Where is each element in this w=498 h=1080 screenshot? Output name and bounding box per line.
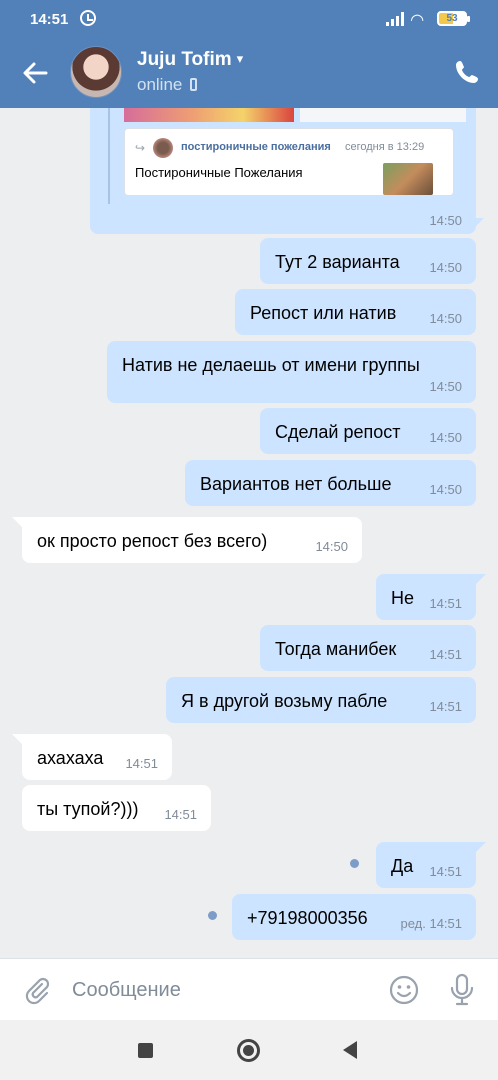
message-bubble[interactable]: Не 14:51	[376, 574, 486, 620]
bubble-tail	[12, 734, 28, 750]
online-status: online	[137, 75, 183, 94]
message-time: 14:50	[429, 482, 462, 497]
message-bubble[interactable]: Сделай репост 14:50	[260, 408, 476, 454]
message-bubble[interactable]: Я в другой возьму пабле 14:51	[166, 677, 476, 723]
post-image[interactable]	[124, 108, 294, 122]
paperclip-icon[interactable]	[22, 975, 52, 1005]
message-text: +79198000356	[247, 908, 368, 928]
message-time: 14:50	[429, 260, 462, 275]
mobile-icon	[190, 78, 198, 91]
message-text: Тогда манибек	[275, 639, 397, 659]
message-text: Вариантов нет больше	[200, 474, 392, 494]
wifi-icon: ◠	[411, 12, 424, 29]
message-bubble[interactable]: Тогда манибек 14:51	[260, 625, 476, 671]
back-button[interactable]	[343, 1041, 357, 1059]
system-nav-bar	[0, 1020, 498, 1080]
message-bubble[interactable]: Репост или натив 14:50	[235, 289, 476, 335]
message-text: Сделай репост	[275, 422, 401, 442]
message-time: 14:51	[164, 807, 197, 822]
contact-name-label: Juju Tofim	[137, 49, 232, 70]
smiley-icon[interactable]	[388, 974, 420, 1006]
message-time: 14:51	[429, 596, 462, 611]
home-button[interactable]	[237, 1039, 260, 1062]
chat-header: 14:51 ◠ 53 Juju Tofim ▾ online	[0, 0, 498, 108]
message-text: ахахаха	[37, 748, 104, 768]
message-time: 14:51	[125, 756, 158, 771]
message-text: Тут 2 варианта	[275, 252, 400, 272]
repost-icon: ↪	[135, 141, 146, 155]
unread-indicator	[208, 911, 217, 920]
message-time: 14:51	[429, 647, 462, 662]
message-time: ред. 14:51	[400, 916, 462, 931]
group-name[interactable]: постироничные пожелания	[181, 141, 331, 153]
bubble-tail	[470, 842, 486, 858]
contact-status: online	[137, 75, 198, 95]
bubble-tail	[12, 517, 28, 533]
message-time: 14:50	[315, 539, 348, 554]
contact-avatar[interactable]	[70, 46, 122, 98]
message-bubble[interactable]: Вариантов нет больше 14:50	[185, 460, 476, 506]
bubble-tail	[468, 218, 484, 234]
message-list[interactable]: ↪ постироничные пожелания сегодня в 13:2…	[0, 108, 498, 958]
forward-bar	[108, 108, 110, 204]
message-text: Натив не делаешь от имени группы	[122, 355, 420, 375]
message-bubble[interactable]: ты тупой?))) 14:51	[22, 785, 211, 831]
microphone-icon[interactable]	[448, 973, 476, 1007]
phone-icon[interactable]	[452, 57, 482, 87]
bubble-tail	[470, 574, 486, 590]
message-bubble[interactable]: +79198000356 ред. 14:51	[232, 894, 476, 940]
back-arrow-icon[interactable]	[20, 58, 50, 88]
message-time: 14:51	[429, 699, 462, 714]
message-time: 14:50	[429, 311, 462, 326]
message-text: Не	[391, 588, 415, 608]
recents-button[interactable]	[138, 1043, 153, 1058]
status-bar: 14:51 ◠ 53	[0, 0, 498, 38]
message-bubble[interactable]: Натив не делаешь от имени группы 14:50	[107, 341, 476, 403]
message-time: 14:50	[429, 379, 462, 394]
post-text: Постироничные Пожелания	[135, 165, 303, 180]
repost-card[interactable]: ↪ постироничные пожелания сегодня в 13:2…	[124, 128, 454, 196]
message-time: 14:51	[429, 864, 462, 879]
message-composer	[0, 958, 498, 1020]
forwarded-post-message[interactable]: ↪ постироничные пожелания сегодня в 13:2…	[90, 108, 484, 234]
message-text: ок просто репост без всего)	[37, 531, 268, 551]
message-bubble[interactable]: ок просто репост без всего) 14:50	[12, 517, 362, 563]
message-text: Репост или натив	[250, 303, 397, 323]
post-thumbnail[interactable]	[383, 163, 433, 195]
post-image-2[interactable]	[300, 108, 466, 122]
contact-name[interactable]: Juju Tofim ▾	[137, 49, 243, 71]
unread-indicator	[350, 859, 359, 868]
message-bubble[interactable]: ахахаха 14:51	[12, 734, 172, 780]
message-time: 14:50	[429, 430, 462, 445]
message-bubble[interactable]: Тут 2 варианта 14:50	[260, 238, 476, 284]
signal-icon	[386, 12, 404, 26]
status-time: 14:51	[30, 11, 69, 28]
message-text: ты тупой?)))	[37, 799, 139, 819]
message-time: 14:50	[429, 213, 462, 228]
message-bubble[interactable]: Да 14:51	[376, 842, 486, 888]
message-input[interactable]	[72, 977, 362, 1003]
chevron-down-icon: ▾	[236, 51, 244, 66]
battery-icon: 53	[437, 11, 470, 26]
message-text: Я в другой возьму пабле	[181, 691, 388, 711]
post-date: сегодня в 13:29	[345, 141, 425, 153]
group-avatar	[153, 138, 173, 158]
alarm-icon	[80, 10, 96, 26]
message-text: Да	[391, 856, 414, 876]
